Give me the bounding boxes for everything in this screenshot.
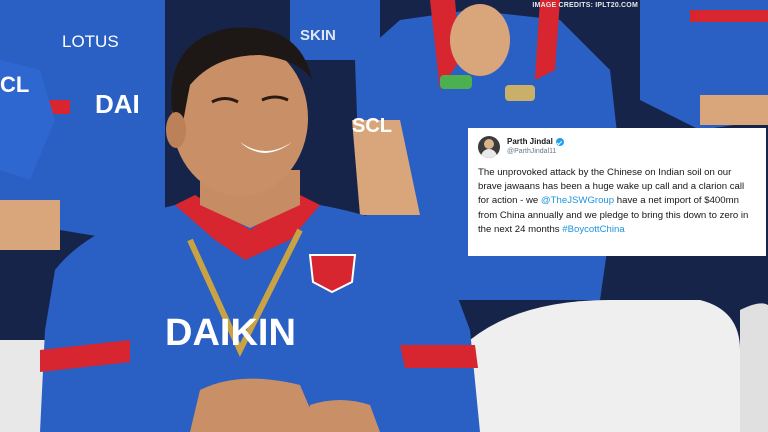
- tweet-author-name[interactable]: Parth Jindal: [507, 137, 553, 147]
- background-person-left: CL DAI LOTUS: [0, 0, 165, 250]
- tweet-card: Parth Jindal @ParthJindal11 The unprovok…: [468, 128, 766, 256]
- tweet-mention-link[interactable]: @TheJSWGroup: [541, 195, 614, 206]
- verified-badge-icon: [555, 138, 564, 146]
- jersey-sponsor-text: DAIKIN: [165, 312, 296, 354]
- tweet-text: The unprovoked attack by the Chinese on …: [478, 166, 756, 237]
- image-credit: IMAGE CREDITS: IPLT20.COM: [532, 2, 638, 9]
- background-center-text: SKIN: [300, 27, 336, 44]
- avatar[interactable]: [478, 136, 500, 158]
- tweet-header: Parth Jindal @ParthJindal11: [478, 134, 756, 160]
- background-right-sleeve-text: SCL: [352, 115, 392, 137]
- background-sponsor-text: DAI: [95, 89, 140, 119]
- tweet-hashtag-link[interactable]: #BoycottChina: [562, 224, 624, 235]
- tweet-handle[interactable]: @ParthJindal11: [507, 147, 564, 157]
- background-lotus-text: LOTUS: [62, 32, 119, 51]
- background-sleeve-text: CL: [0, 72, 29, 97]
